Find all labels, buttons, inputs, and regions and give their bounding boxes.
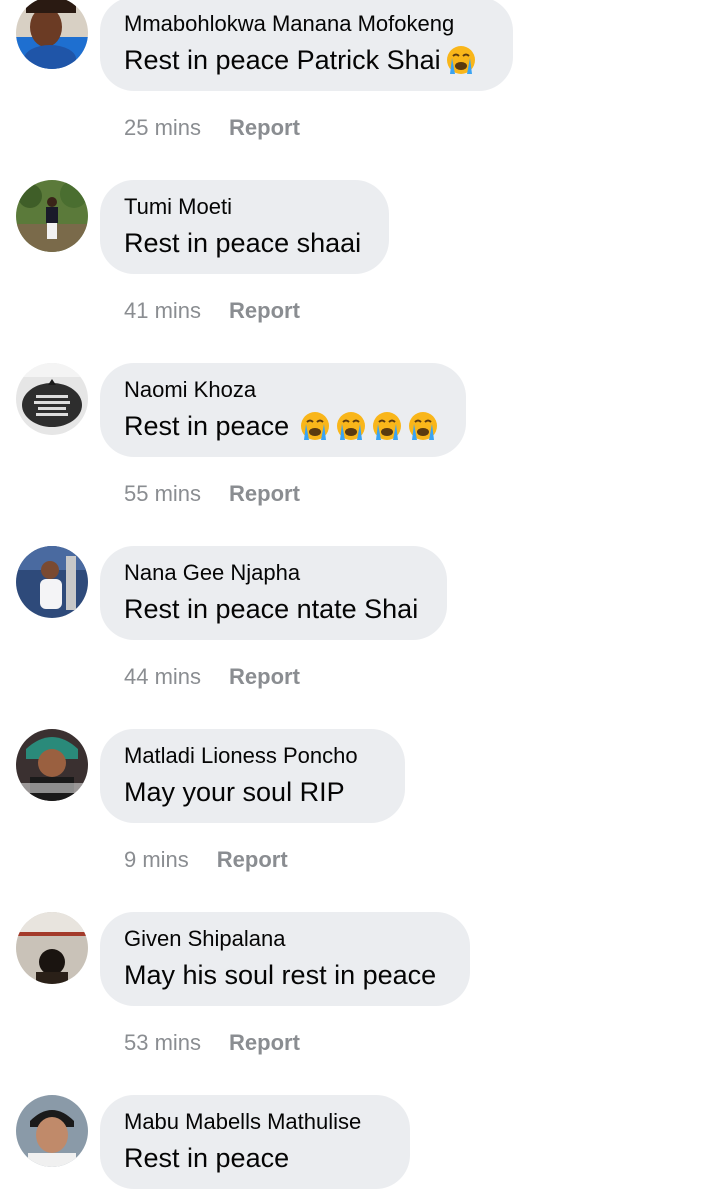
- comment-item: Mmabohlokwa Manana Mofokeng Rest in peac…: [0, 0, 720, 180]
- comment-text: May his soul rest in peace: [124, 960, 437, 990]
- comment-item: Tumi Moeti Rest in peace shaai 41 mins Re…: [0, 180, 720, 363]
- avatar[interactable]: [16, 546, 88, 618]
- comment-text: May your soul RIP: [124, 777, 345, 807]
- comment-meta: 53 mins Report: [124, 1030, 300, 1056]
- report-button[interactable]: Report: [229, 298, 300, 324]
- comment-bubble: Given Shipalana May his soul rest in pea…: [100, 912, 470, 1006]
- crying-face-icon: [371, 410, 403, 442]
- comment-text: Rest in peace: [124, 411, 290, 441]
- comment-author[interactable]: Mabu Mabells Mathulise: [124, 1109, 361, 1135]
- comment-author[interactable]: Matladi Lioness Poncho: [124, 743, 358, 769]
- comment-bubble: Nana Gee Njapha Rest in peace ntate Shai: [100, 546, 447, 640]
- comment-text-wrap: Rest in peace Patrick Shai: [124, 43, 477, 77]
- avatar[interactable]: [16, 363, 88, 435]
- report-button[interactable]: Report: [217, 847, 288, 873]
- crying-face-icon: [445, 44, 477, 76]
- comment-time[interactable]: 53 mins: [124, 1030, 201, 1056]
- comment-text: Rest in peace: [124, 1143, 290, 1173]
- comment-item: Nana Gee Njapha Rest in peace ntate Shai…: [0, 546, 720, 729]
- crying-face-icon: [407, 410, 439, 442]
- comment-meta: 44 mins Report: [124, 664, 300, 690]
- report-button[interactable]: Report: [229, 115, 300, 141]
- avatar[interactable]: [16, 912, 88, 984]
- comment-meta: 55 mins Report: [124, 481, 300, 507]
- avatar[interactable]: [16, 0, 88, 69]
- avatar[interactable]: [16, 1095, 88, 1167]
- comment-bubble: Mmabohlokwa Manana Mofokeng Rest in peac…: [100, 0, 513, 91]
- report-button[interactable]: Report: [229, 481, 300, 507]
- crying-face-icon: [299, 410, 331, 442]
- comment-item: Given Shipalana May his soul rest in pea…: [0, 912, 720, 1095]
- report-button[interactable]: Report: [229, 664, 300, 690]
- comment-item: Naomi Khoza Rest in peace 55 mins Report: [0, 363, 720, 546]
- comment-time[interactable]: 25 mins: [124, 115, 201, 141]
- comment-author[interactable]: Mmabohlokwa Manana Mofokeng: [124, 11, 454, 37]
- crying-face-icon: [335, 410, 367, 442]
- comment-time[interactable]: 55 mins: [124, 481, 201, 507]
- avatar[interactable]: [16, 729, 88, 801]
- comment-text-wrap: Rest in peace: [124, 409, 439, 443]
- comment-bubble: Naomi Khoza Rest in peace: [100, 363, 466, 457]
- avatar[interactable]: [16, 180, 88, 252]
- comment-author[interactable]: Naomi Khoza: [124, 377, 256, 403]
- comment-author[interactable]: Given Shipalana: [124, 926, 285, 952]
- comment-bubble: Mabu Mabells Mathulise Rest in peace: [100, 1095, 410, 1189]
- comment-meta: 25 mins Report: [124, 115, 300, 141]
- comment-meta: 41 mins Report: [124, 298, 300, 324]
- comment-text: Rest in peace shaai: [124, 228, 362, 258]
- comment-author[interactable]: Tumi Moeti: [124, 194, 232, 220]
- comment-bubble: Matladi Lioness Poncho May your soul RIP: [100, 729, 405, 823]
- comment-author[interactable]: Nana Gee Njapha: [124, 560, 300, 586]
- comment-bubble: Tumi Moeti Rest in peace shaai: [100, 180, 389, 274]
- comment-time[interactable]: 44 mins: [124, 664, 201, 690]
- comment-text: Rest in peace ntate Shai: [124, 594, 419, 624]
- comment-text: Rest in peace Patrick Shai: [124, 45, 441, 75]
- comment-time[interactable]: 9 mins: [124, 847, 189, 873]
- comment-time[interactable]: 41 mins: [124, 298, 201, 324]
- comment-item: Matladi Lioness Poncho May your soul RIP…: [0, 729, 720, 912]
- comment-item: Mabu Mabells Mathulise Rest in peace: [0, 1095, 720, 1189]
- report-button[interactable]: Report: [229, 1030, 300, 1056]
- comment-meta: 9 mins Report: [124, 847, 288, 873]
